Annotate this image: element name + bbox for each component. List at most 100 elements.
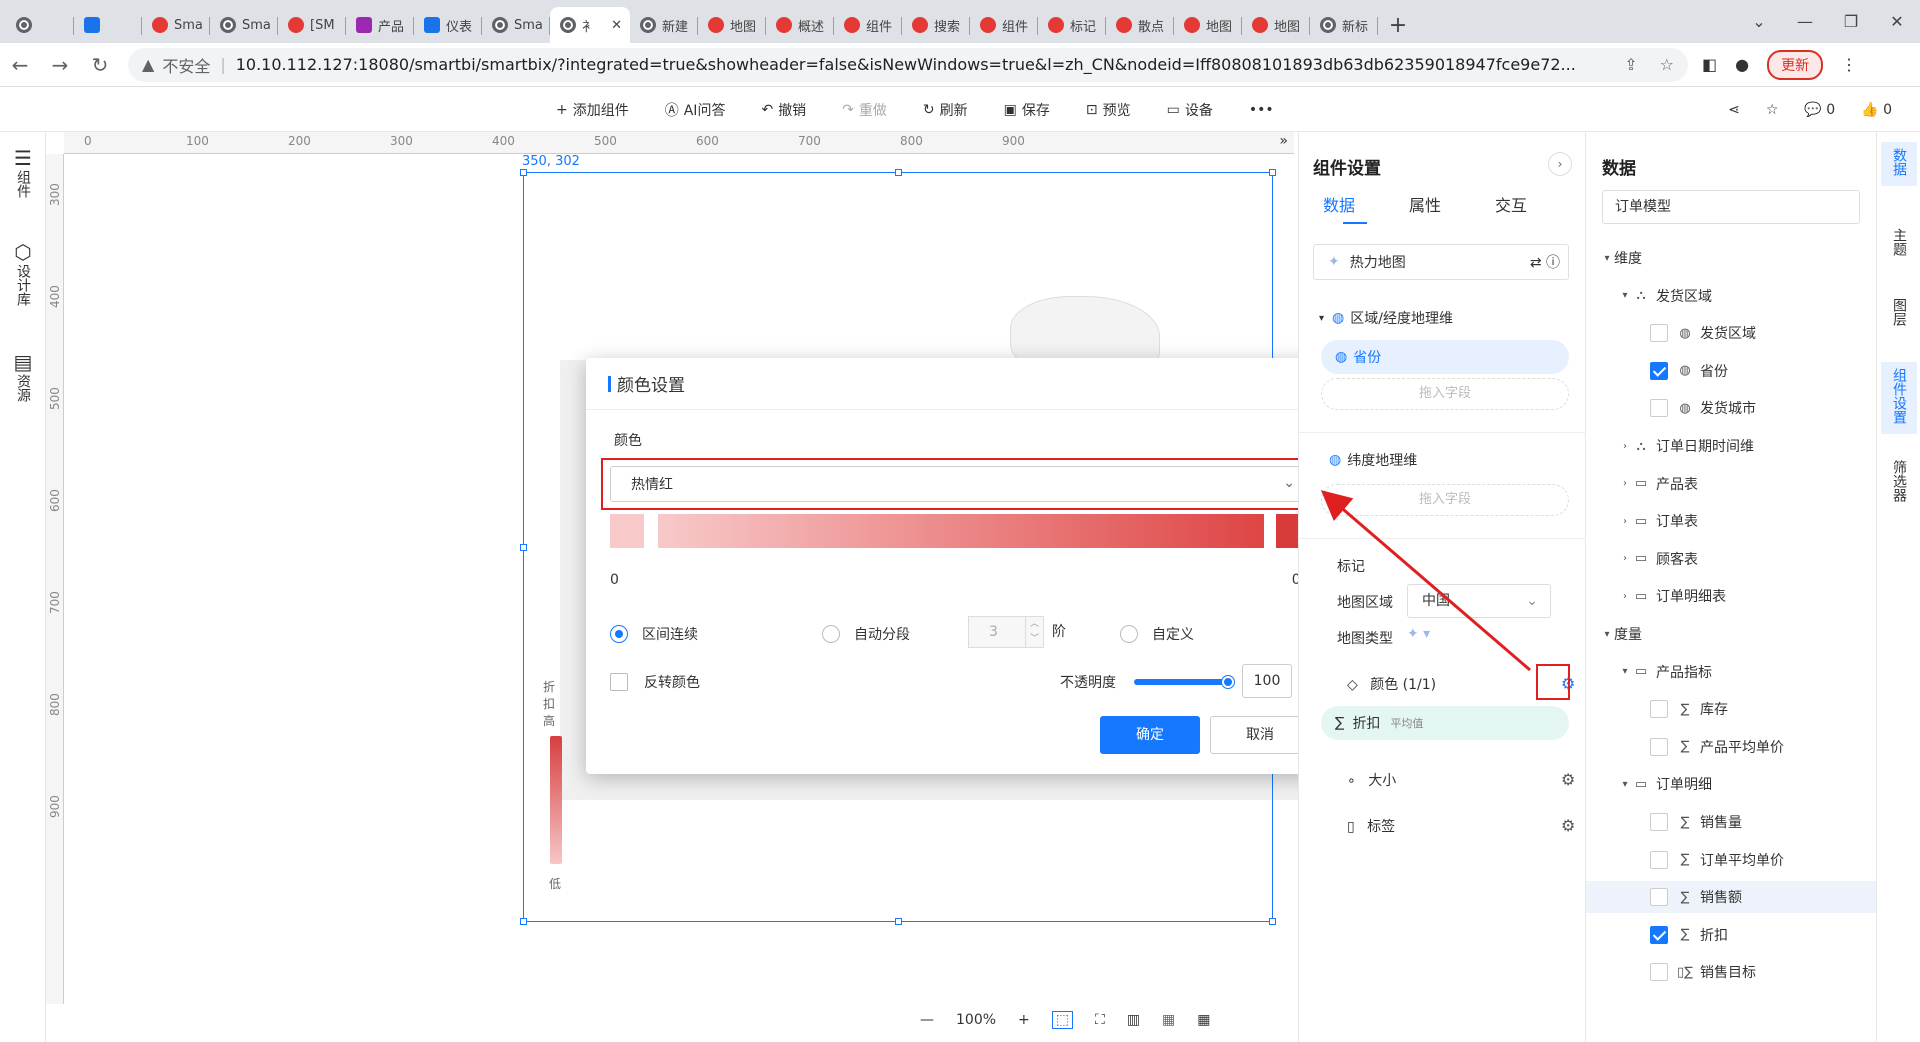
measure-chip[interactable]: ∑ 折扣 平均值 (1321, 706, 1569, 740)
leftnav-design-library[interactable]: ⬡ 设计库 (0, 242, 46, 310)
resize-handle[interactable] (520, 544, 527, 551)
sidebar-icon[interactable]: ◧ (1702, 55, 1717, 74)
toolbar-item[interactable]: ▣ 保存 (1004, 100, 1050, 120)
restore-icon[interactable]: ❐ (1828, 12, 1874, 31)
zoom-out-icon[interactable]: — (920, 1012, 934, 1028)
tree-item[interactable]: ∑ 销售量 (1586, 806, 1876, 838)
browser-tab[interactable]: 仪表 (414, 7, 482, 43)
grid-icon[interactable]: ▦ (1197, 1012, 1210, 1028)
map-type-select[interactable]: ✦ ▾ (1407, 626, 1430, 642)
back-icon[interactable]: ← (0, 53, 40, 77)
field-checkbox[interactable] (1650, 850, 1668, 869)
fit-screen-icon[interactable]: ⛶ (1095, 1012, 1105, 1028)
leftnav-resources[interactable]: ▤ 资源 (0, 352, 46, 406)
tree-item[interactable]: ∑ 销售额 (1586, 881, 1876, 914)
collapse-icon[interactable]: › (1548, 152, 1572, 176)
share-icon[interactable]: ⋖ (1728, 102, 1740, 118)
caret-icon[interactable]: ▾ (1618, 666, 1632, 677)
chart-type-selector[interactable]: ✦ 热力地图 ⇄ ⓘ (1313, 244, 1569, 280)
tree-item[interactable]: ∑ 折扣 (1586, 919, 1876, 951)
caret-icon[interactable]: ▾ (1618, 779, 1632, 790)
radio-auto-segment[interactable]: 自动分段 (822, 624, 910, 644)
field-checkbox[interactable] (1650, 361, 1668, 380)
menu-icon[interactable]: ⋮ (1841, 55, 1857, 74)
lat-dim-section[interactable]: ◍ 纬度地理维 (1319, 450, 1417, 470)
tab-data[interactable]: 数据 (1323, 192, 1355, 216)
toolbar-item[interactable]: ↶ 撤销 (761, 100, 806, 120)
radio-custom[interactable]: 自定义 (1120, 624, 1194, 644)
opacity-input[interactable]: 100 (1242, 664, 1292, 698)
rightrail-item[interactable]: 组件设置 (1881, 362, 1917, 434)
resize-handle[interactable] (520, 169, 527, 176)
field-checkbox[interactable] (1650, 813, 1668, 831)
toolbar-item[interactable]: ↻ 刷新 (923, 100, 968, 120)
rightrail-item[interactable]: 图层 (1881, 292, 1917, 336)
field-checkbox[interactable] (1650, 963, 1668, 982)
new-tab-button[interactable]: + (1378, 7, 1418, 43)
tree-item[interactable]: ▯∑ 销售目标 (1586, 956, 1876, 988)
browser-tab[interactable]: 地图 (1242, 7, 1310, 43)
switch-icon[interactable]: ⇄ ⓘ (1530, 252, 1560, 272)
field-checkbox[interactable] (1650, 324, 1668, 343)
field-checkbox[interactable] (1650, 925, 1668, 944)
browser-tab[interactable]: [SM (278, 7, 346, 43)
tag-row[interactable]: ▯ 标签 (1347, 816, 1395, 836)
reload-icon[interactable]: ↻ (80, 53, 120, 77)
url-input[interactable]: ▲ 不安全 | 10.10.112.127:18080/smartbi/smar… (128, 47, 1688, 82)
browser-tab[interactable] (74, 7, 142, 43)
field-checkbox[interactable] (1650, 399, 1668, 418)
ruler-expand-icon[interactable]: » (1279, 133, 1288, 149)
browser-tab[interactable]: 概述 (766, 7, 834, 43)
drop-zone[interactable]: 拖入字段 (1321, 484, 1569, 516)
forward-icon[interactable]: → (40, 53, 80, 77)
tree-item[interactable]: ∑ 库存 (1586, 693, 1876, 725)
favorite-icon[interactable]: ☆ (1766, 102, 1779, 118)
tree-item[interactable]: ▾ ▭ 产品指标 (1586, 656, 1876, 688)
resize-handle[interactable] (895, 918, 902, 925)
zoom-in-icon[interactable]: + (1018, 1012, 1030, 1028)
tag-gear-icon[interactable]: ⚙ (1561, 816, 1575, 835)
toolbar-item[interactable]: + 添加组件 (556, 100, 629, 120)
caret-icon[interactable]: › (1618, 516, 1632, 527)
zoom-level[interactable]: 100% (956, 1012, 996, 1028)
browser-tab-active[interactable]: 衤 ✕ (550, 7, 630, 43)
update-button[interactable]: 更新 (1767, 49, 1824, 80)
resize-handle[interactable] (520, 918, 527, 925)
map-region-select[interactable]: 中国 ⌄ (1407, 584, 1551, 618)
tree-item[interactable]: ◍ 发货城市 (1586, 392, 1876, 424)
tree-item[interactable]: ∑ 订单平均单价 (1586, 844, 1876, 876)
browser-tab[interactable]: Sma (210, 7, 278, 43)
like-button[interactable]: 👍 0 (1861, 102, 1892, 118)
browser-tab[interactable] (6, 7, 74, 43)
rightrail-item[interactable]: 筛选器 (1881, 454, 1917, 512)
segment-stepper[interactable]: 3 ︿ ﹀ (968, 616, 1044, 648)
toolbar-item[interactable]: ▭ 设备 (1167, 100, 1213, 120)
model-selector[interactable]: 订单模型 (1602, 190, 1860, 224)
reverse-color-checkbox[interactable]: 反转颜色 (610, 672, 700, 692)
browser-tab[interactable]: 新标 (1310, 7, 1378, 43)
minimize-icon[interactable]: — (1782, 12, 1828, 31)
geo-field-chip[interactable]: ◍ 省份 (1321, 340, 1569, 374)
browser-tab[interactable]: 产品 (346, 7, 414, 43)
stepper-arrows-icon[interactable]: ︿ ﹀ (1025, 617, 1043, 647)
comment-button[interactable]: 💬 0 (1804, 102, 1835, 118)
tree-item[interactable]: ▾ ⛬ 发货区域 (1586, 280, 1876, 312)
browser-tab[interactable]: 地图 (698, 7, 766, 43)
caret-icon[interactable]: › (1618, 591, 1632, 602)
close-tab-icon[interactable]: ✕ (611, 18, 622, 33)
tree-item[interactable]: ◍ 省份 (1586, 355, 1876, 387)
browser-tab[interactable]: Sma (482, 7, 550, 43)
drop-zone[interactable]: 拖入字段 (1321, 378, 1569, 410)
caret-icon[interactable]: › (1618, 478, 1632, 489)
geo-dim-section[interactable]: ▾ ◍ 区域/经度地理维 (1319, 308, 1453, 328)
color-scheme-select[interactable]: 热情红 ⌄ (610, 466, 1310, 502)
browser-tab[interactable]: 散点 (1106, 7, 1174, 43)
toolbar-item[interactable]: ⊡ 预览 (1086, 100, 1131, 120)
tree-item[interactable]: ◍ 发货区域 (1586, 317, 1876, 349)
tree-item[interactable]: ∑ 产品平均单价 (1586, 731, 1876, 763)
tree-item[interactable]: › ⛬ 订单日期时间维 (1586, 430, 1876, 462)
bookmark-star-icon[interactable]: ☆ (1660, 55, 1674, 74)
browser-tab[interactable]: 组件 (834, 7, 902, 43)
tree-item[interactable]: › ▭ 订单表 (1586, 505, 1876, 537)
browser-tab[interactable]: 新建 (630, 7, 698, 43)
